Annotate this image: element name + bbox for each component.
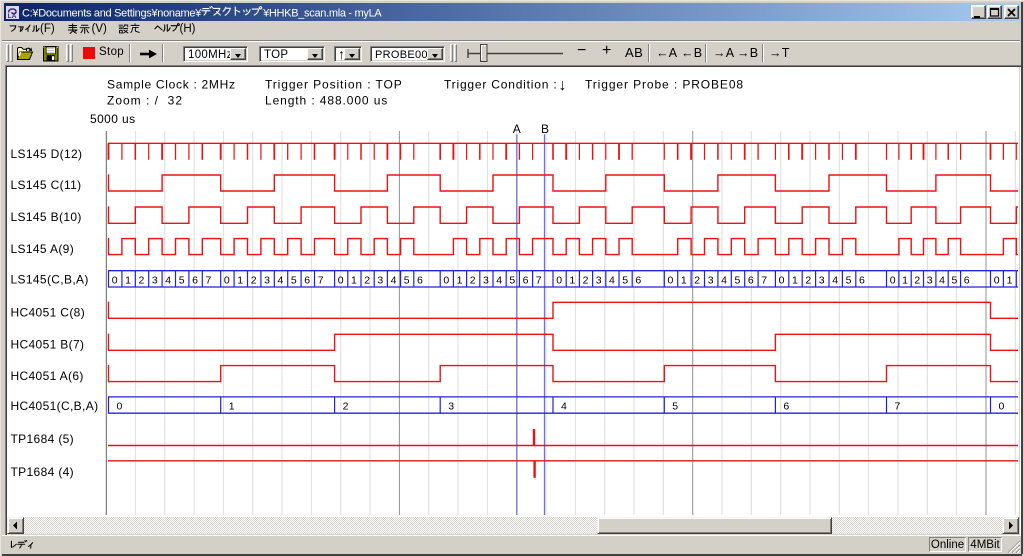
svg-text:0: 0 [994,274,1000,286]
svg-text:1: 1 [125,274,131,286]
svg-text:4: 4 [939,274,945,286]
svg-text:3: 3 [819,274,825,286]
svg-text:3: 3 [152,274,158,286]
svg-text:1: 1 [237,274,243,286]
svg-text:LS145 D(12): LS145 D(12) [11,147,83,161]
svg-text:2: 2 [139,274,145,286]
svg-text:2: 2 [914,274,920,286]
svg-text:HC4051(C,B,A): HC4051(C,B,A) [11,399,99,413]
svg-text:4: 4 [832,274,838,286]
svg-text:1: 1 [457,274,463,286]
svg-text:3: 3 [927,274,933,286]
svg-text:0: 0 [668,274,674,286]
svg-text:3: 3 [448,401,454,413]
svg-text:5: 5 [846,274,852,286]
svg-text:Length : 488.000 us: Length : 488.000 us [265,94,388,108]
svg-text:5: 5 [622,274,628,286]
svg-text:A: A [513,122,521,136]
svg-text:1: 1 [792,274,798,286]
svg-text:LS145 C(11): LS145 C(11) [11,178,82,192]
svg-text:HC4051 B(7): HC4051 B(7) [11,338,85,352]
svg-text:Sample Clock : 2MHz: Sample Clock : 2MHz [107,78,236,92]
svg-text:5: 5 [179,274,185,286]
svg-text:7: 7 [761,274,767,286]
svg-text:1: 1 [681,274,687,286]
svg-text:Trigger Probe : PROBE08: Trigger Probe : PROBE08 [585,78,744,92]
svg-text:6: 6 [304,274,310,286]
svg-text:2: 2 [583,274,589,286]
svg-text:1: 1 [351,274,357,286]
svg-text:HC4051 A(6): HC4051 A(6) [11,369,84,383]
svg-text:0: 0 [112,274,118,286]
svg-text:↓: ↓ [559,77,567,94]
svg-text:1: 1 [902,274,908,286]
svg-text:0: 0 [999,401,1005,413]
svg-text:6: 6 [859,274,865,286]
svg-text:0: 0 [556,274,562,286]
svg-text:Trigger Position : TOP: Trigger Position : TOP [265,78,403,92]
svg-text:6: 6 [783,401,789,413]
svg-text:Trigger Condition :: Trigger Condition : [444,78,557,92]
svg-text:4: 4 [165,274,171,286]
svg-text:6: 6 [748,274,754,286]
svg-text:6: 6 [635,274,641,286]
svg-text:7: 7 [536,274,542,286]
svg-text:Zoom : / 32: Zoom : / 32 [107,94,183,108]
svg-text:1: 1 [229,401,235,413]
svg-text:4: 4 [278,274,284,286]
svg-text:2: 2 [343,401,349,413]
svg-text:6: 6 [523,274,529,286]
svg-text:TP1684 (4): TP1684 (4) [11,465,75,479]
svg-text:2: 2 [694,274,700,286]
svg-text:5: 5 [509,274,515,286]
svg-text:B: B [541,122,549,136]
svg-text:0: 0 [117,401,123,413]
svg-text:5: 5 [404,274,410,286]
svg-text:5: 5 [735,274,741,286]
svg-text:3: 3 [708,274,714,286]
svg-text:0: 0 [779,274,785,286]
svg-text:LS145 A(9): LS145 A(9) [11,242,75,256]
svg-text:0: 0 [338,274,344,286]
svg-text:HC4051 C(8): HC4051 C(8) [11,306,86,320]
svg-text:LA: LA [8,13,17,19]
svg-text:4: 4 [391,274,397,286]
svg-text:0: 0 [443,274,449,286]
svg-text:0: 0 [224,274,230,286]
svg-text:LS145(C,B,A): LS145(C,B,A) [11,273,89,287]
svg-text:LS145 B(10): LS145 B(10) [11,210,82,224]
svg-text:3: 3 [483,274,489,286]
svg-text:7: 7 [206,274,212,286]
svg-text:2: 2 [805,274,811,286]
svg-text:7: 7 [318,274,324,286]
svg-text:7: 7 [895,401,901,413]
svg-text:2: 2 [470,274,476,286]
svg-text:2: 2 [364,274,370,286]
svg-text:1: 1 [1007,274,1013,286]
svg-text:5: 5 [291,274,297,286]
svg-text:5: 5 [672,401,678,413]
svg-text:5000 us: 5000 us [90,112,136,126]
svg-text:3: 3 [264,274,270,286]
svg-text:5: 5 [952,274,958,286]
svg-text:4: 4 [561,401,567,413]
svg-text:6: 6 [192,274,198,286]
svg-text:4: 4 [609,274,615,286]
svg-text:6: 6 [964,274,970,286]
svg-text:TP1684 (5): TP1684 (5) [11,432,75,446]
svg-text:4: 4 [496,274,502,286]
svg-text:1: 1 [569,274,575,286]
svg-text:3: 3 [596,274,602,286]
svg-text:2: 2 [251,274,257,286]
svg-text:4: 4 [721,274,727,286]
svg-text:0: 0 [890,274,896,286]
svg-text:6: 6 [417,274,423,286]
svg-text:3: 3 [377,274,383,286]
